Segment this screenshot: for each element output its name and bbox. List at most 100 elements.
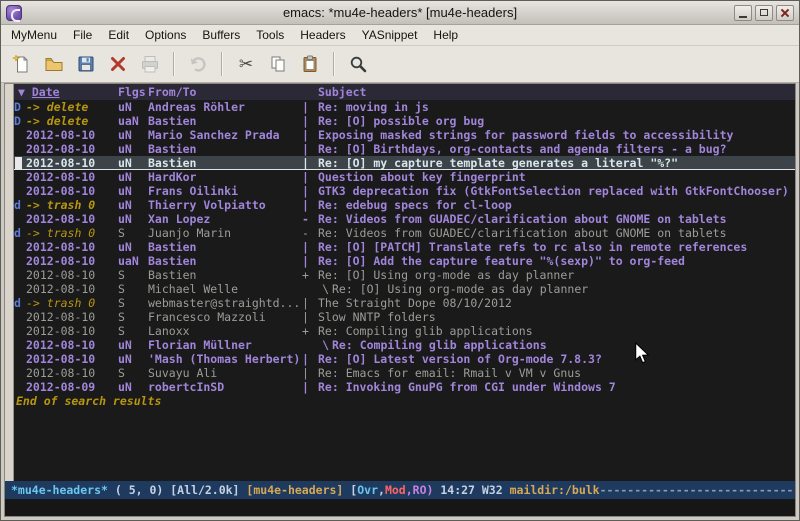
date-cell: 2012-08-10 [26,254,118,268]
date-cell: -> delete [26,114,118,128]
thread-indicator: | [302,296,318,310]
message-row[interactable]: 2012-08-10SBastien+Re: [O] Using org-mod… [14,268,795,282]
undo-button[interactable] [183,50,213,78]
modeline-segment: ( 5, 0) [108,483,170,497]
save-buffer-button[interactable] [71,50,101,78]
modeline-segment: [mu4e-headers] [246,483,350,497]
menu-item-tools[interactable]: Tools [248,25,292,45]
modeline-segment: 14:27 W32 [433,483,509,497]
message-row[interactable]: 2012-08-10uNFrans Oilinki|GTK3 deprecati… [14,184,795,198]
mark-cell [14,128,26,142]
date-cell: 2012-08-10 [26,268,118,282]
message-row[interactable]: d-> trash 0uNThierry Volpiatto|Re: edebu… [14,198,795,212]
mark-cell [14,254,26,268]
message-row[interactable]: 2012-08-10SMichael Welle\Re: [O] Using o… [14,282,795,296]
flags-cell: S [118,282,148,296]
mark-cell [14,366,26,380]
menu-item-edit[interactable]: Edit [100,25,137,45]
message-row[interactable]: 2012-08-10SLanoxx+Re: Compiling glib app… [14,324,795,338]
maximize-button[interactable] [755,5,773,21]
subject-cell: Re: [O] Using org-mode as day planner [318,268,795,282]
subject-cell: Exposing masked strings for password fie… [318,128,795,142]
copy-button[interactable] [263,50,293,78]
open-file-button[interactable] [39,50,69,78]
from-cell: Thierry Volpiatto [148,198,302,212]
message-row[interactable]: 2012-08-10SSuvayu Ali|Re: Emacs for emai… [14,366,795,380]
thread-indicator: | [302,100,318,114]
menu-item-buffers[interactable]: Buffers [194,25,248,45]
message-row[interactable]: 2012-08-10uaNBastien|Re: [O] Add the cap… [14,254,795,268]
menu-item-file[interactable]: File [65,25,100,45]
new-file-icon [12,54,32,74]
end-of-results-label: End of search results [14,394,795,408]
date-cell: 2012-08-10 [26,310,118,324]
message-row[interactable]: 2012-08-10uNBastien|Re: [O] [PATCH] Tran… [14,240,795,254]
mark-cell [14,240,26,254]
message-row[interactable]: 2012-08-10uNXan Lopez-Re: Videos from GU… [14,212,795,226]
subject-cell: Slow NNTP folders [318,310,795,324]
date-cell: 2012-08-10 [26,324,118,338]
mark-cell: d [14,296,26,310]
message-row[interactable]: 2012-08-10uNMario Sanchez Prada|Exposing… [14,128,795,142]
message-row[interactable]: d-> trash 0Swebmaster@straightd...|The S… [14,296,795,310]
from-cell: Bastien [148,268,302,282]
emacs-window: emacs: *mu4e-headers* [mu4e-headers] MyM… [0,0,800,521]
date-cell: 2012-08-10 [26,184,118,198]
print-buffer-button[interactable] [135,50,165,78]
thread-indicator: - [302,226,318,240]
header-line: ▼ Date Flgs From/To Subject [14,84,795,100]
message-row[interactable]: 2012-08-10uN'Mash (Thomas Herbert)|Re: [… [14,352,795,366]
menu-item-yasnippet[interactable]: YASnippet [354,25,426,45]
column-header-subject[interactable]: Subject [318,85,795,99]
toolbar-separator [221,52,223,76]
message-row[interactable]: d-> trash 0SJuanjo Marin-Re: Videos from… [14,226,795,240]
menu-bar: MyMenuFileEditOptionsBuffersToolsHeaders… [1,25,799,46]
paste-button[interactable] [295,50,325,78]
modeline-segment: , [378,483,385,497]
thread-indicator: | [302,198,318,212]
window-controls [734,5,794,21]
message-row[interactable]: D-> deleteuaNBastien|Re: [O] possible or… [14,114,795,128]
mark-cell [14,212,26,226]
mark-cell [14,310,26,324]
column-header-flags[interactable]: Flgs [118,85,148,99]
flags-cell: uN [118,338,148,352]
message-row[interactable]: 2012-08-10uNFlorian Müllner\Re: Compilin… [14,338,795,352]
message-row[interactable]: 2012-08-10uNBastien|Re: [O] my capture t… [14,156,795,170]
subject-cell: Re: [O] Add the capture feature "%(sexp)… [318,254,795,268]
from-cell: Suvayu Ali [148,366,302,380]
column-header-date[interactable]: ▼ Date [14,85,118,99]
kill-buffer-button[interactable] [103,50,133,78]
menu-item-options[interactable]: Options [137,25,194,45]
flags-cell: uN [118,212,148,226]
message-row[interactable]: 2012-08-10uNBastien|Re: [O] Birthdays, o… [14,142,795,156]
close-icon [780,8,790,18]
title-bar[interactable]: emacs: *mu4e-headers* [mu4e-headers] [1,1,799,25]
from-cell: Florian Müllner [148,338,302,352]
close-icon [108,54,128,74]
minimize-button[interactable] [734,5,752,21]
flags-cell: uN [118,184,148,198]
message-row[interactable]: 2012-08-10SFrancesco Mazzoli|Slow NNTP f… [14,310,795,324]
menu-item-mymenu[interactable]: MyMenu [3,25,65,45]
mark-cell [14,170,26,184]
mark-cell: D [14,100,26,114]
message-row[interactable]: 2012-08-09uNrobertcInSD|Re: Invoking Gnu… [14,380,795,394]
menu-item-headers[interactable]: Headers [292,25,353,45]
message-row[interactable]: D-> deleteuNAndreas Röhler|Re: moving in… [14,100,795,114]
subject-cell: Re: Compiling glib applications [318,324,795,338]
thread-indicator: | [302,114,318,128]
close-button[interactable] [776,5,794,21]
search-button[interactable] [343,50,373,78]
subject-cell: GTK3 deprecation fix (GtkFontSelection r… [318,184,795,198]
toolbar-separator [333,52,335,76]
modeline-segment: *mu4e-headers* [11,483,108,497]
echo-area[interactable] [5,499,795,516]
column-header-from[interactable]: From/To [148,85,302,99]
menu-item-help[interactable]: Help [425,25,466,45]
message-row[interactable]: 2012-08-10uNHardKor|Question about key f… [14,170,795,184]
scrollbar[interactable] [5,84,14,481]
new-file-button[interactable] [7,50,37,78]
cut-button[interactable]: ✂ [231,50,261,78]
date-cell: 2012-08-10 [26,156,118,169]
